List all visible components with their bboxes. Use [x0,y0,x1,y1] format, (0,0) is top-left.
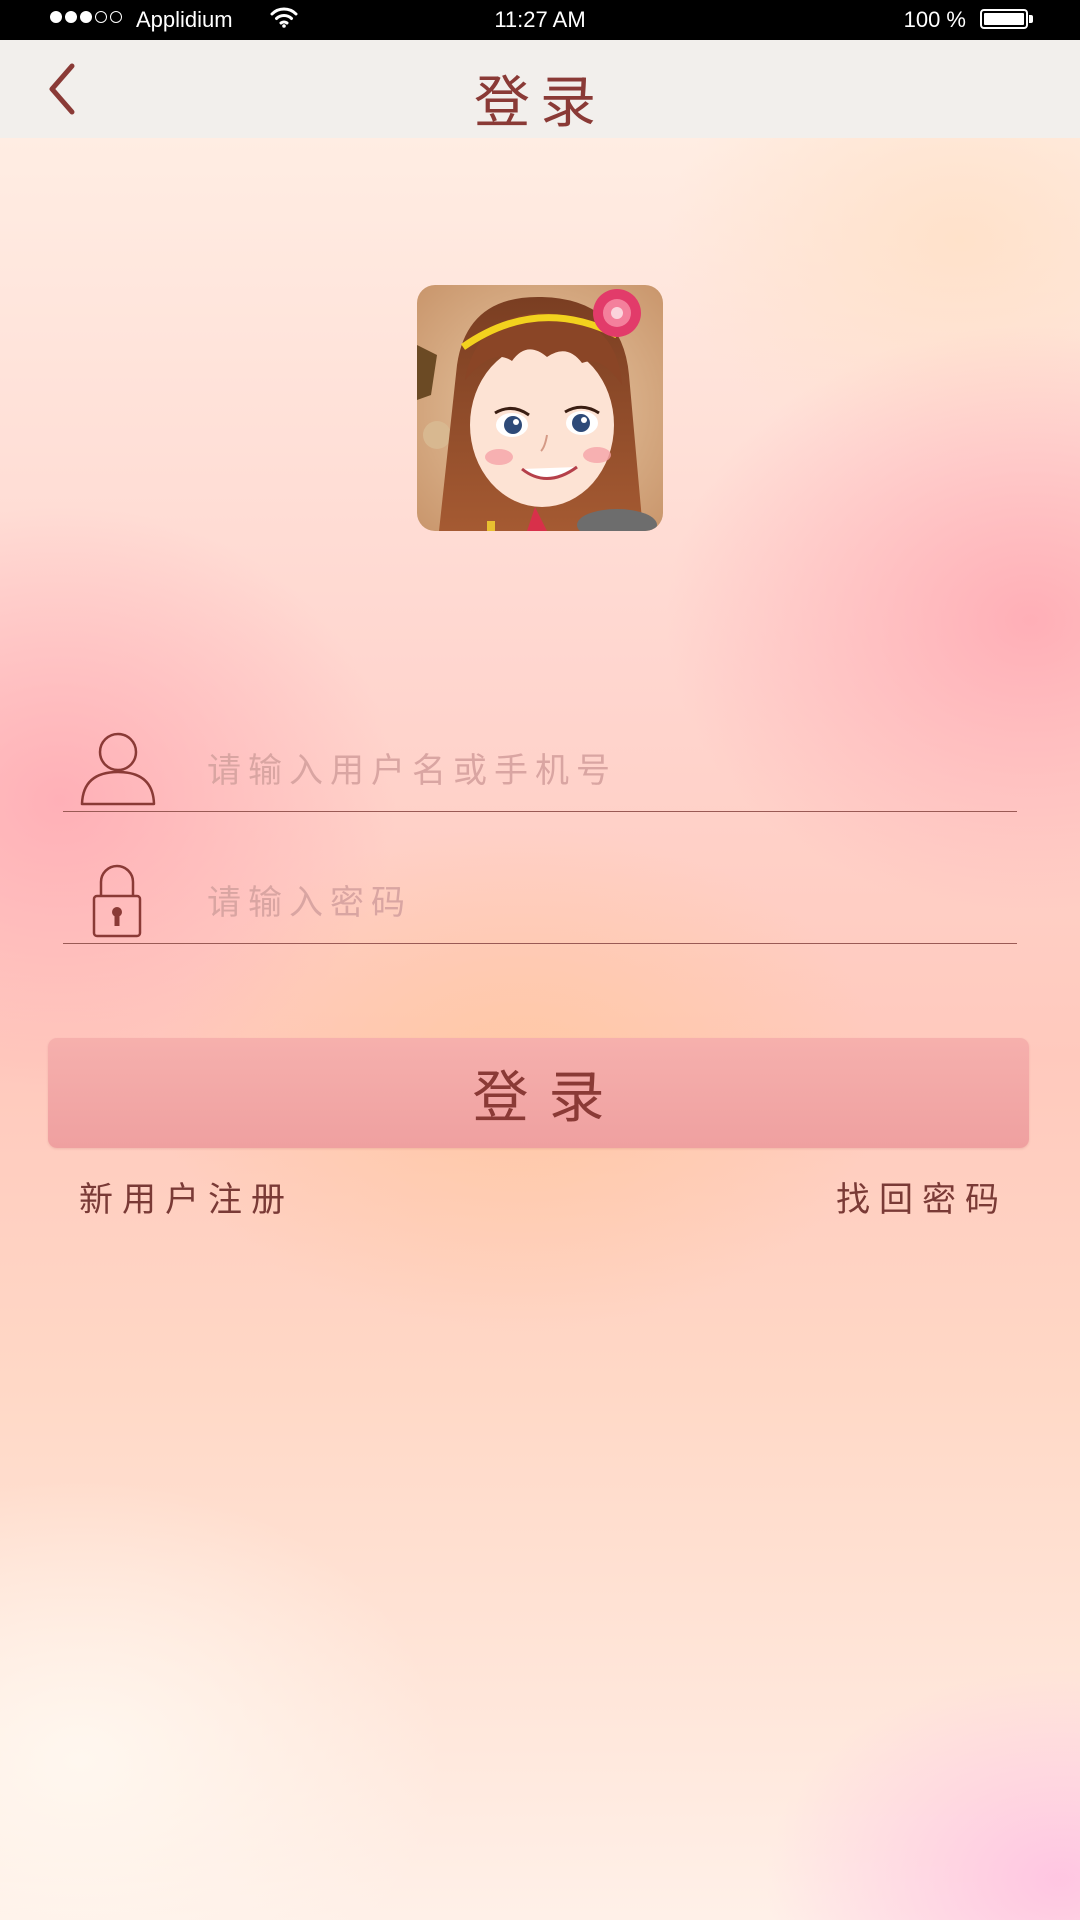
password-field [63,834,1017,944]
divider [63,810,1017,812]
battery-icon [980,9,1028,29]
password-input[interactable] [205,874,1007,932]
lock-icon [91,864,143,942]
battery-percentage: 100 % [903,7,966,32]
cartoon-girl-avatar [417,285,663,531]
username-input[interactable] [205,742,1007,800]
status-bar: Applidium 11:27 AM 100 % [0,0,1080,40]
page-title: 登录 [474,71,606,136]
login-screen: Applidium 11:27 AM 100 % 登录 请输入用户名或手机号 登… [0,0,1080,1920]
navigation-bar: 登录 [0,40,1080,138]
battery-tip [1029,15,1033,23]
forgot-password-link[interactable]: 找回密码 [836,1172,1008,1221]
user-icon [79,730,157,810]
username-field [63,702,1017,812]
register-link[interactable]: 新用户注册 [79,1172,294,1221]
divider [63,942,1017,944]
login-button[interactable]: 登录 [48,1038,1029,1148]
